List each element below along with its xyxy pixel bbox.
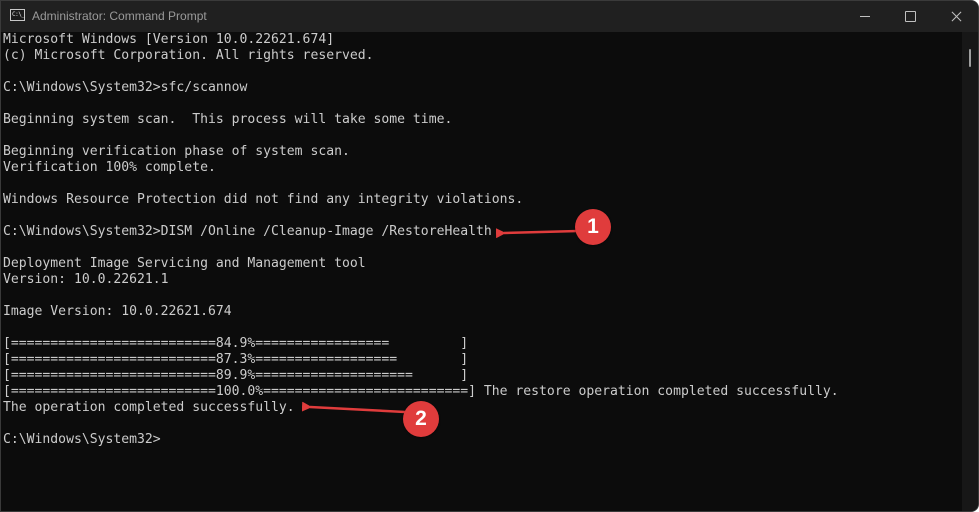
console-line: Image Version: 10.0.22621.674 [3, 304, 232, 319]
maximize-button[interactable] [887, 1, 933, 32]
console-line: Beginning verification phase of system s… [3, 144, 350, 159]
console-line: [==========================84.9%========… [3, 336, 469, 351]
title-bar[interactable]: C:\_ Administrator: Command Prompt [1, 1, 978, 32]
minimize-button[interactable] [842, 1, 888, 32]
console-line: The operation completed successfully. [3, 400, 295, 415]
console-output[interactable]: Microsoft Windows [Version 10.0.22621.67… [1, 32, 961, 511]
console-line: [==========================87.3%========… [3, 352, 469, 367]
command-prompt-window: C:\_ Administrator: Command Prompt Micro… [0, 0, 979, 512]
vertical-scrollbar[interactable] [962, 32, 978, 511]
console-line: C:\Windows\System32>DISM /Online /Cleanu… [3, 224, 492, 239]
scrollbar-thumb[interactable] [969, 49, 971, 67]
console-line: Windows Resource Protection did not find… [3, 192, 524, 207]
close-button[interactable] [933, 1, 978, 32]
console-line: Version: 10.0.22621.1 [3, 272, 169, 287]
annotation-callout-1: 1 [575, 209, 611, 245]
console-line: C:\Windows\System32> [3, 432, 161, 447]
close-icon [951, 11, 962, 22]
console-line: (c) Microsoft Corporation. All rights re… [3, 48, 374, 63]
console-line: Beginning system scan. This process will… [3, 112, 453, 127]
cmd-app-icon: C:\_ [10, 9, 25, 21]
window-title: Administrator: Command Prompt [32, 9, 207, 23]
console-line: [==========================100.0%=======… [3, 384, 839, 399]
console-line: C:\Windows\System32>sfc/scannow [3, 80, 248, 95]
console-line: [==========================89.9%========… [3, 368, 469, 383]
minimize-icon [860, 16, 870, 17]
annotation-callout-2: 2 [403, 401, 439, 437]
console-line: Microsoft Windows [Version 10.0.22621.67… [3, 32, 335, 47]
maximize-icon [904, 11, 916, 22]
console-line: Deployment Image Servicing and Managemen… [3, 256, 366, 271]
console-line: Verification 100% complete. [3, 160, 216, 175]
